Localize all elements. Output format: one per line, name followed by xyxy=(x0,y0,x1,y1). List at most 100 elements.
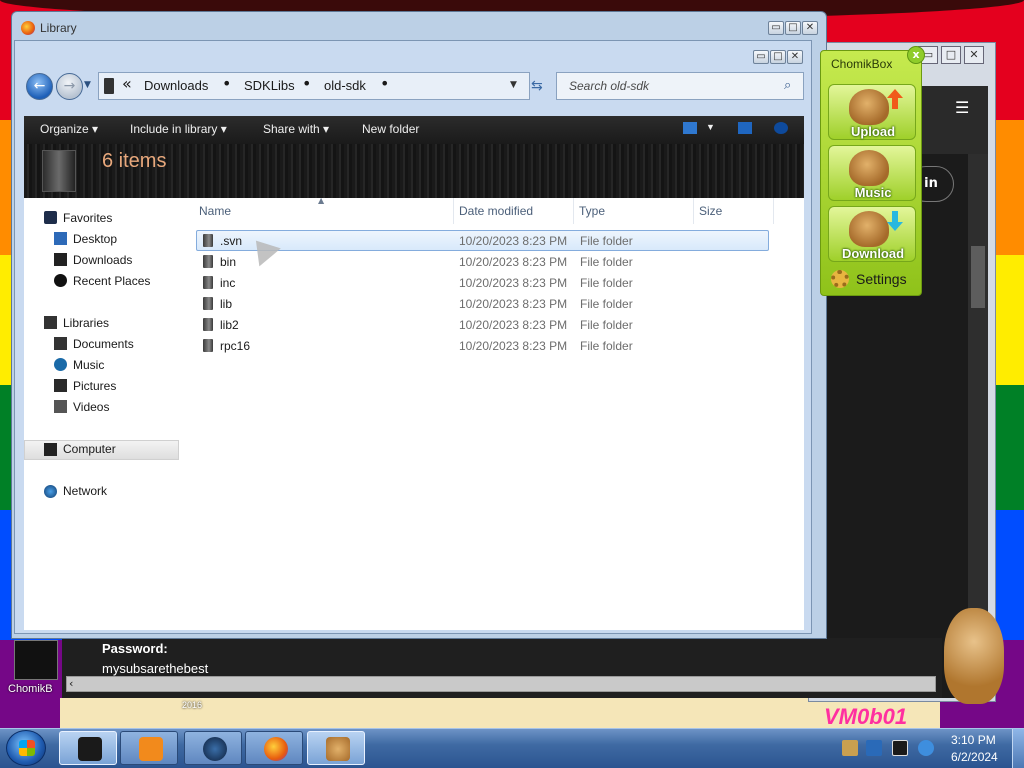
taskbar-media-player[interactable] xyxy=(120,731,178,765)
chomikbox-settings-button[interactable]: Settings xyxy=(856,271,907,287)
hamster-icon xyxy=(849,211,889,247)
search-icon[interactable]: ⌕ xyxy=(784,78,791,93)
chomikbox-icon xyxy=(326,737,350,761)
network-tray-icon[interactable] xyxy=(892,740,908,756)
refresh-icon[interactable]: ⇆ xyxy=(531,78,543,94)
breadcrumb-sdklibs[interactable]: SDKLibs xyxy=(244,78,295,93)
nav-computer[interactable]: Computer xyxy=(63,442,116,456)
preview-pane-icon[interactable] xyxy=(738,122,752,134)
folder-location-icon xyxy=(104,78,114,94)
column-header-date[interactable]: Date modified xyxy=(454,198,574,224)
nav-pictures[interactable]: Pictures xyxy=(73,379,116,393)
column-header-type[interactable]: Type xyxy=(574,198,694,224)
outer-minimize-button[interactable]: ▭ xyxy=(768,21,784,35)
file-type: File folder xyxy=(580,234,633,248)
address-dropdown-icon[interactable]: ▼ xyxy=(510,80,517,90)
new-folder-button[interactable]: New folder xyxy=(362,122,419,136)
item-count: 6 items xyxy=(102,150,167,172)
back-button[interactable]: ← xyxy=(26,73,53,100)
firefox-icon xyxy=(21,21,35,35)
maximize-button[interactable]: □ xyxy=(770,50,786,64)
file-name: inc xyxy=(220,276,236,290)
recent-pages-dropdown-icon[interactable]: ▼ xyxy=(84,80,91,90)
recent-places-icon xyxy=(54,274,67,287)
search-input[interactable]: Search old-sdk xyxy=(569,79,649,93)
bg-maximize-button[interactable]: □ xyxy=(941,46,961,64)
taskbar-chomikbox[interactable] xyxy=(307,731,365,765)
download-arrow-icon xyxy=(887,211,903,231)
show-desktop-button[interactable] xyxy=(1012,729,1024,768)
outer-close-button[interactable]: ✕ xyxy=(802,21,818,35)
chomikbox-upload-button[interactable]: Upload xyxy=(828,84,916,140)
hamburger-menu-icon[interactable]: ☰ xyxy=(955,98,969,117)
horizontal-scrollbar[interactable]: ‹ xyxy=(66,676,936,692)
file-date: 10/20/2023 8:23 PM xyxy=(459,276,568,290)
share-with-button[interactable]: Share with ▾ xyxy=(263,122,329,136)
bg-close-button[interactable]: ✕ xyxy=(964,46,984,64)
pictures-icon xyxy=(54,379,67,392)
breadcrumb-separator[interactable]: • xyxy=(222,74,231,93)
taskbar-app-globe[interactable] xyxy=(184,731,242,765)
globe-icon xyxy=(203,737,227,761)
view-dropdown-icon[interactable]: ▼ xyxy=(706,122,715,132)
window-title: Library xyxy=(40,21,77,35)
nav-network[interactable]: Network xyxy=(63,484,107,498)
volume-icon[interactable] xyxy=(918,740,934,756)
file-type: File folder xyxy=(580,318,633,332)
download-label: Download xyxy=(841,246,905,261)
chomikbox-download-button[interactable]: Download xyxy=(828,206,916,262)
nav-desktop[interactable]: Desktop xyxy=(73,232,117,246)
media-player-icon xyxy=(139,737,163,761)
gear-icon[interactable] xyxy=(831,270,849,288)
outer-maximize-button[interactable]: □ xyxy=(785,21,801,35)
wallpaper-year-text: 2016 xyxy=(182,700,203,710)
action-center-icon[interactable] xyxy=(866,740,882,756)
nav-favorites[interactable]: Favorites xyxy=(63,211,112,225)
forward-button[interactable]: → xyxy=(56,73,83,100)
clock-time[interactable]: 3:10 PM xyxy=(951,733,996,747)
taskbar-firefox[interactable] xyxy=(245,731,303,765)
chomikbox-tray-icon[interactable] xyxy=(842,740,858,756)
column-header-name[interactable]: Name xyxy=(194,198,454,224)
hamster-mascot xyxy=(944,608,1004,704)
chomikbox-desktop-icon[interactable] xyxy=(14,640,58,680)
scroll-left-icon[interactable]: ‹ xyxy=(69,677,73,690)
downloads-icon xyxy=(54,253,67,266)
vm-logo: VM0b01 xyxy=(824,704,908,729)
file-name: bin xyxy=(220,255,237,269)
nav-videos[interactable]: Videos xyxy=(73,400,109,414)
nav-music[interactable]: Music xyxy=(73,358,104,372)
scrollbar-thumb[interactable] xyxy=(971,246,985,308)
firefox-icon xyxy=(264,737,288,761)
breadcrumb-old-sdk[interactable]: old-sdk xyxy=(324,78,366,93)
taskbar-explorer[interactable] xyxy=(59,731,117,765)
password-value: mysubsarethebest xyxy=(102,661,209,676)
folder-icon xyxy=(203,276,213,289)
password-label: Password: xyxy=(102,641,168,656)
file-name: rpc16 xyxy=(220,339,251,353)
music-icon xyxy=(54,358,67,371)
chomikbox-music-button[interactable]: Music xyxy=(828,145,916,201)
breadcrumb-separator[interactable]: • xyxy=(302,74,311,93)
column-header-size[interactable]: Size xyxy=(694,198,774,224)
breadcrumb-overflow-icon[interactable]: « xyxy=(122,74,132,93)
music-label: Music xyxy=(854,185,892,200)
nav-downloads[interactable]: Downloads xyxy=(73,253,132,267)
change-view-icon[interactable] xyxy=(683,122,697,134)
chomikbox-close-button[interactable]: x xyxy=(907,46,925,64)
minimize-button[interactable]: ▭ xyxy=(753,50,769,64)
file-name: .svn xyxy=(220,234,243,248)
organize-button[interactable]: Organize ▾ xyxy=(40,122,98,136)
desktop-icon-label: ChomikB xyxy=(8,683,53,695)
help-icon[interactable] xyxy=(774,122,788,134)
nav-documents[interactable]: Documents xyxy=(73,337,134,351)
hamster-headphones-icon xyxy=(849,150,889,186)
breadcrumb-downloads[interactable]: Downloads xyxy=(144,78,208,93)
close-button[interactable]: ✕ xyxy=(787,50,803,64)
nav-recent-places[interactable]: Recent Places xyxy=(73,274,150,288)
clock-date[interactable]: 6/2/2024 xyxy=(951,750,998,764)
breadcrumb-separator[interactable]: • xyxy=(380,74,389,93)
network-icon xyxy=(44,485,57,498)
nav-libraries[interactable]: Libraries xyxy=(63,316,109,330)
include-in-library-button[interactable]: Include in library ▾ xyxy=(130,122,227,136)
